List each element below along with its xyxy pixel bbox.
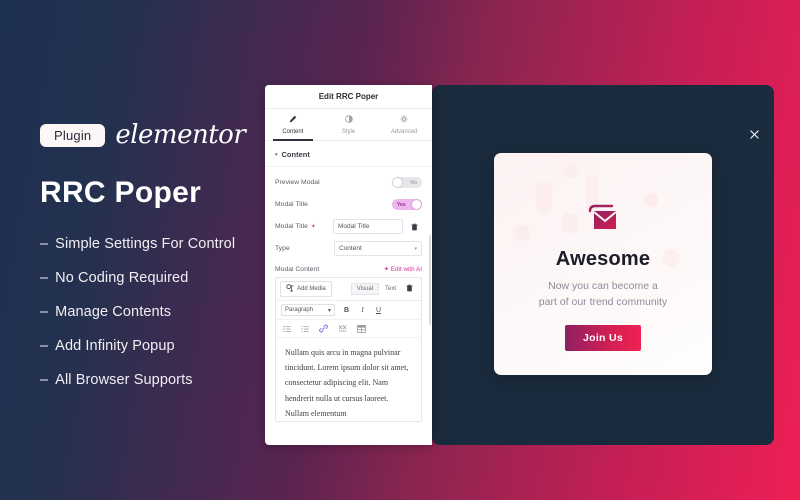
editor-body-text[interactable]: Nullam quis arcu in magna pulvinar tinci… bbox=[276, 338, 421, 421]
modal-content-label: Modal Content bbox=[275, 266, 320, 273]
wysiwyg-editor: Add Media Visual Text Paragraph ▾ B I U … bbox=[275, 277, 422, 422]
tab-content-label: Content bbox=[282, 129, 304, 135]
media-icon bbox=[286, 284, 294, 294]
tab-style[interactable]: Style bbox=[321, 109, 377, 140]
toggle-label: No bbox=[410, 179, 417, 186]
bold-button[interactable]: B bbox=[342, 307, 351, 314]
contrast-icon bbox=[321, 115, 377, 125]
control-rows: Preview Modal No Modal Title Yes Modal T… bbox=[265, 167, 432, 258]
panel-tabs: Content Style Advanced bbox=[265, 109, 432, 141]
control-modal-title-toggle: Modal Title Yes bbox=[275, 195, 422, 214]
list-item: – All Browser Supports bbox=[40, 372, 270, 388]
editor-toolbar-top: Add Media Visual Text bbox=[276, 278, 421, 301]
envelope-icon bbox=[586, 203, 620, 238]
section-header-content[interactable]: ▾ Content bbox=[265, 141, 432, 167]
dash-marker: – bbox=[40, 236, 49, 252]
preview-modal-toggle[interactable]: No bbox=[392, 177, 422, 188]
modal-title-field-label: Modal Title ✦ bbox=[275, 223, 316, 230]
ai-sparkle-icon: ✦ bbox=[383, 266, 389, 273]
ai-sparkle-icon[interactable]: ✦ bbox=[311, 223, 316, 230]
feature-label: All Browser Supports bbox=[55, 372, 193, 388]
table-icon[interactable] bbox=[357, 324, 366, 333]
editor-mode-tabs: Visual Text bbox=[350, 283, 417, 295]
dash-marker: – bbox=[40, 372, 49, 388]
editor-toolbar-secondary bbox=[276, 320, 421, 338]
link-icon[interactable] bbox=[319, 324, 328, 333]
promo-banner: Plugin elementor RRC Poper – Simple Sett… bbox=[0, 0, 800, 500]
type-select[interactable]: Content ▾ bbox=[334, 241, 422, 256]
panel-header: Edit RRC Poper bbox=[265, 85, 432, 109]
section-title: Content bbox=[281, 150, 310, 159]
elementor-editor-panel: Edit RRC Poper Content Style Advanced ▾ … bbox=[265, 85, 432, 445]
paragraph-style-select[interactable]: Paragraph ▾ bbox=[281, 304, 335, 316]
close-icon[interactable] bbox=[746, 127, 762, 143]
preview-modal-label: Preview Modal bbox=[275, 179, 320, 186]
gear-icon bbox=[376, 115, 432, 125]
promo-text-block: Plugin elementor RRC Poper – Simple Sett… bbox=[40, 120, 270, 406]
popup-subtitle: Now you can become a part of our trend c… bbox=[539, 278, 667, 311]
brand-row: Plugin elementor bbox=[40, 120, 270, 150]
modal-title-input[interactable]: Modal Title bbox=[333, 219, 403, 234]
modal-content-header: Modal Content ✦ Edit with AI bbox=[265, 261, 432, 277]
plugin-badge: Plugin bbox=[40, 123, 106, 147]
dash-marker: – bbox=[40, 338, 49, 354]
chevron-down-icon: ▾ bbox=[327, 307, 331, 314]
feature-label: No Coding Required bbox=[55, 270, 189, 286]
editor-tab-visual[interactable]: Visual bbox=[350, 283, 379, 295]
dash-marker: – bbox=[40, 270, 49, 286]
add-media-button[interactable]: Add Media bbox=[280, 281, 332, 297]
list-item: – Manage Contents bbox=[40, 304, 270, 320]
feature-label: Simple Settings For Control bbox=[55, 236, 236, 252]
read-more-icon[interactable] bbox=[338, 324, 347, 333]
trash-icon[interactable] bbox=[407, 219, 422, 234]
feature-list: – Simple Settings For Control – No Codin… bbox=[40, 236, 270, 388]
control-modal-title-field: Modal Title ✦ Modal Title bbox=[275, 217, 422, 236]
popup-subtitle-line1: Now you can become a bbox=[548, 280, 658, 292]
list-item: – Add Infinity Popup bbox=[40, 338, 270, 354]
modal-title-toggle-label: Modal Title bbox=[275, 201, 308, 208]
toggle-knob bbox=[393, 178, 402, 187]
list-item: – Simple Settings For Control bbox=[40, 236, 270, 252]
paragraph-style-value: Paragraph bbox=[285, 307, 314, 313]
numbered-list-icon[interactable] bbox=[301, 325, 309, 333]
tab-advanced-label: Advanced bbox=[390, 129, 418, 135]
edit-with-ai-button[interactable]: ✦ Edit with AI bbox=[384, 266, 422, 273]
tab-advanced[interactable]: Advanced bbox=[376, 109, 432, 140]
trash-icon[interactable] bbox=[402, 284, 417, 294]
chevron-down-icon: ▾ bbox=[414, 245, 417, 252]
type-label: Type bbox=[275, 245, 290, 252]
feature-label: Add Infinity Popup bbox=[55, 338, 175, 354]
list-item: – No Coding Required bbox=[40, 270, 270, 286]
popup-subtitle-line2: part of our trend community bbox=[538, 296, 668, 309]
editor-toolbar-format: Paragraph ▾ B I U bbox=[276, 301, 421, 320]
pencil-icon bbox=[265, 115, 321, 125]
page-title: RRC Poper bbox=[40, 176, 202, 209]
control-type: Type Content ▾ bbox=[275, 239, 422, 258]
modal-title-toggle[interactable]: Yes bbox=[392, 199, 422, 210]
type-select-value: Content bbox=[339, 245, 362, 252]
edit-with-ai-label: Edit with AI bbox=[390, 266, 422, 273]
toggle-knob bbox=[412, 200, 421, 209]
chevron-down-icon: ▾ bbox=[275, 151, 278, 158]
feature-label: Manage Contents bbox=[55, 304, 172, 320]
elementor-logo: elementor bbox=[115, 120, 246, 150]
editor-tab-text[interactable]: Text bbox=[379, 283, 402, 295]
popup-modal: Awesome Now you can become a part of our… bbox=[494, 153, 712, 375]
panel-scrollbar[interactable] bbox=[429, 235, 431, 325]
add-media-label: Add Media bbox=[297, 286, 326, 292]
tab-style-label: Style bbox=[341, 129, 356, 135]
modal-title-field-text: Modal Title bbox=[275, 223, 308, 230]
underline-button[interactable]: U bbox=[374, 307, 383, 314]
panel-title: Edit RRC Poper bbox=[318, 92, 379, 101]
join-us-button[interactable]: Join Us bbox=[564, 324, 642, 351]
italic-button[interactable]: I bbox=[358, 306, 367, 314]
tab-content[interactable]: Content bbox=[265, 109, 321, 141]
preview-canvas: Awesome Now you can become a part of our… bbox=[432, 85, 774, 445]
bulleted-list-icon[interactable] bbox=[283, 325, 291, 333]
toggle-label: Yes bbox=[397, 201, 406, 208]
popup-title: Awesome bbox=[555, 248, 651, 270]
dash-marker: – bbox=[40, 304, 49, 320]
control-preview-modal: Preview Modal No bbox=[275, 173, 422, 192]
